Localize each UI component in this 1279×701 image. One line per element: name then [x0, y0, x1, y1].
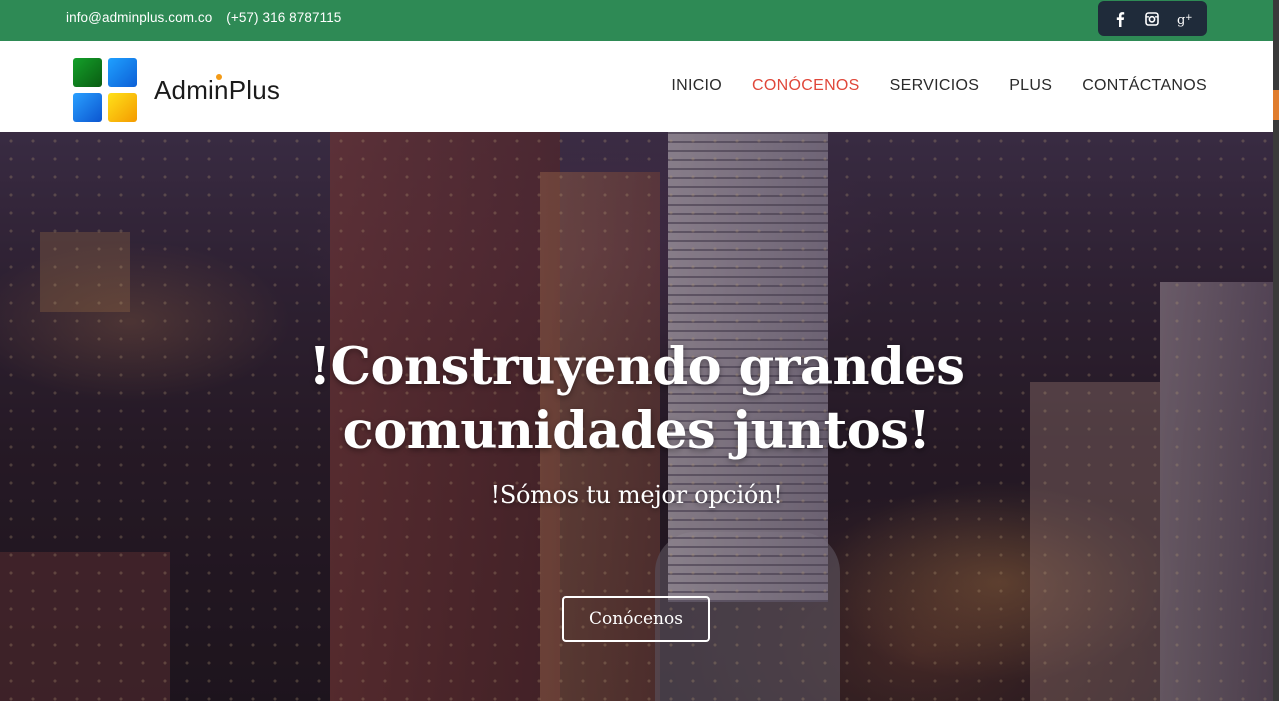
contact-email[interactable]: info@adminplus.com.co: [66, 10, 212, 25]
scrollbar-thumb[interactable]: [1273, 90, 1279, 120]
page-scrollbar[interactable]: [1273, 0, 1279, 701]
nav-item-contactanos[interactable]: CONTÁCTANOS: [1082, 77, 1207, 95]
top-contact-bar: info@adminplus.com.co (+57) 316 8787115 …: [0, 0, 1273, 41]
conocenos-button[interactable]: Conócenos: [562, 596, 710, 642]
nav-item-conocenos[interactable]: CONÓCENOS: [752, 77, 860, 95]
svg-text:+: +: [1185, 13, 1193, 23]
nav-item-servicios[interactable]: SERVICIOS: [890, 77, 980, 95]
brand-dot: [216, 73, 222, 80]
facebook-icon[interactable]: [1107, 6, 1133, 32]
google-plus-icon[interactable]: g +: [1172, 6, 1198, 32]
contact-phone[interactable]: (+57) 316 8787115: [226, 10, 341, 25]
nav-item-plus[interactable]: PLUS: [1009, 77, 1052, 95]
hero-banner: !Construyendo grandes comunidades juntos…: [0, 132, 1273, 701]
logo-mark-icon: [73, 58, 137, 122]
hero-title: !Construyendo grandes comunidades juntos…: [0, 335, 1273, 463]
hero-subtitle: !Sómos tu mejor opción!: [490, 481, 783, 509]
brand-logo[interactable]: AdminPlus: [73, 58, 280, 122]
social-links: g +: [1098, 1, 1207, 36]
contact-info: info@adminplus.com.co (+57) 316 8787115: [66, 10, 351, 25]
nav-item-inicio[interactable]: INICIO: [671, 77, 722, 95]
hero-title-text: !Construyendo grandes comunidades juntos…: [308, 337, 965, 461]
instagram-icon[interactable]: [1139, 6, 1165, 32]
brand-name: AdminPlus: [154, 73, 280, 106]
main-menu: INICIO CONÓCENOS SERVICIOS PLUS CONTÁCTA…: [671, 77, 1207, 95]
main-navbar: AdminPlus INICIO CONÓCENOS SERVICIOS PLU…: [0, 41, 1273, 132]
